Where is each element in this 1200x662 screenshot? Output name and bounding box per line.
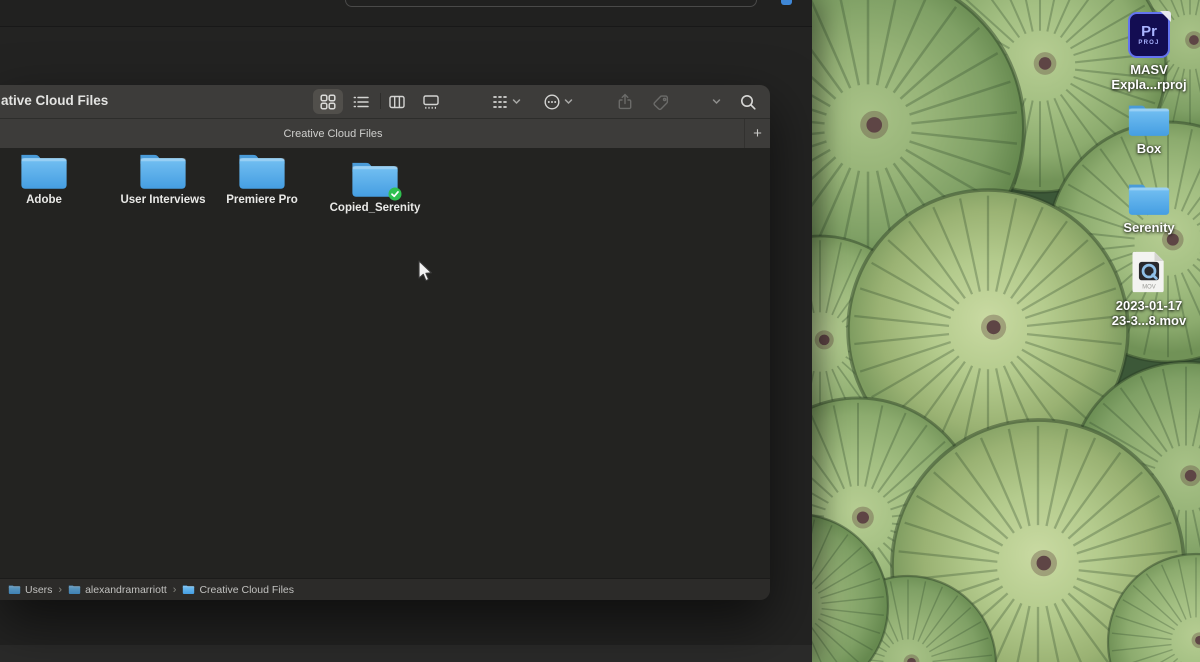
tab-creative-cloud-files[interactable]: Creative Cloud Files <box>283 128 382 140</box>
grid-view-icon[interactable] <box>319 93 337 111</box>
clipped-blue-icon <box>781 0 792 5</box>
toolbar-divider <box>380 93 381 109</box>
desktop-label-line: 23-3...8.mov <box>1096 313 1200 328</box>
folder-item-adobe[interactable]: Adobe <box>0 150 96 206</box>
folder-icon <box>18 150 70 192</box>
folder-item-premiere-pro[interactable]: Premiere Pro <box>210 150 314 206</box>
path-segment-users[interactable]: Users <box>8 584 52 596</box>
clipped-address-bar[interactable] <box>345 0 757 7</box>
premiere-project-file-icon: Pr PROJ <box>1128 12 1170 58</box>
expand-toolbar-chevron-icon[interactable] <box>712 97 721 106</box>
finder-path-bar: Users › alexandramarriott › Creative Clo… <box>0 578 770 600</box>
path-segment-creative-cloud-files[interactable]: Creative Cloud Files <box>182 584 294 596</box>
mov-ext-text: MOV <box>1142 285 1156 291</box>
desktop-label-line: 2023-01-17 <box>1096 298 1200 313</box>
search-icon[interactable] <box>739 93 757 111</box>
mouse-cursor-icon <box>417 260 433 284</box>
path-label: Users <box>25 584 52 596</box>
quicktime-movie-file-icon: MOV <box>1129 250 1169 294</box>
finder-file-area[interactable]: Adobe User Interviews Premiere Pro Copie… <box>0 148 770 578</box>
sync-complete-badge-icon <box>388 187 402 201</box>
more-options-icon[interactable] <box>543 93 561 111</box>
folder-label: Premiere Pro <box>210 194 314 206</box>
finder-tab-bar: Creative Cloud Files + <box>0 118 770 148</box>
window-title: ative Cloud Files <box>1 93 108 108</box>
finder-window: ative Cloud Files <box>0 85 770 600</box>
chevron-down-icon[interactable] <box>512 97 521 106</box>
new-tab-button[interactable]: + <box>745 119 770 149</box>
path-label: alexandramarriott <box>85 584 167 596</box>
folder-icon <box>1096 180 1200 218</box>
list-view-icon[interactable] <box>352 93 370 111</box>
desktop-item-box[interactable]: Box <box>1096 101 1200 156</box>
chevron-down-icon[interactable] <box>564 97 573 106</box>
proj-subtext: PROJ <box>1138 40 1159 46</box>
group-by-icon[interactable] <box>491 93 509 111</box>
background-app-titlebar <box>0 0 812 27</box>
path-chevron: › <box>172 584 178 596</box>
background-app-footer <box>0 645 812 662</box>
folder-icon <box>8 584 21 595</box>
folder-label: User Interviews <box>111 194 215 206</box>
path-segment-user-home[interactable]: alexandramarriott <box>68 584 167 596</box>
path-label: Creative Cloud Files <box>199 584 294 596</box>
folder-icon <box>68 584 81 595</box>
desktop-item-mov[interactable]: MOV 2023-01-17 23-3...8.mov <box>1096 250 1200 328</box>
folder-label: Adobe <box>0 194 96 206</box>
tags-icon[interactable] <box>652 93 670 111</box>
finder-toolbar: ative Cloud Files <box>0 85 770 118</box>
folder-item-copied-serenity[interactable]: Copied_Serenity <box>323 158 427 214</box>
pr-logo-text: Pr <box>1141 24 1157 40</box>
desktop-label-line: Expla...rproj <box>1096 77 1200 92</box>
folder-icon <box>236 150 288 192</box>
desktop-item-serenity[interactable]: Serenity <box>1096 180 1200 235</box>
folder-label: Copied_Serenity <box>323 202 427 214</box>
desktop-icon-column: Pr PROJ MASV Expla...rproj Box Serenity … <box>1096 0 1200 662</box>
desktop-label: Serenity <box>1096 220 1200 235</box>
gallery-view-icon[interactable] <box>422 93 440 111</box>
page-fold-corner <box>1160 11 1171 22</box>
desktop-label-line: MASV <box>1096 62 1200 77</box>
path-chevron: › <box>57 584 63 596</box>
folder-icon <box>1096 101 1200 139</box>
column-view-icon[interactable] <box>388 93 406 111</box>
share-icon[interactable] <box>616 93 634 111</box>
desktop-item-prproj[interactable]: Pr PROJ MASV Expla...rproj <box>1096 12 1200 92</box>
folder-icon <box>182 584 195 595</box>
desktop-label: Box <box>1096 141 1200 156</box>
folder-icon <box>137 150 189 192</box>
folder-item-user-interviews[interactable]: User Interviews <box>111 150 215 206</box>
